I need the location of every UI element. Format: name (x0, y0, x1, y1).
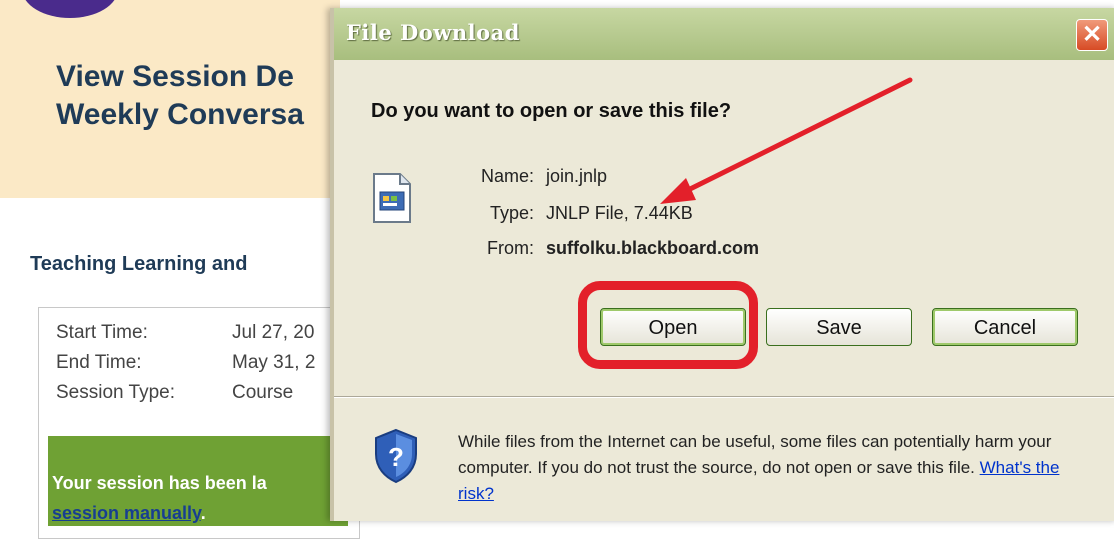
file-type-label: Type: (489, 203, 534, 223)
open-button-highlight (578, 281, 758, 369)
end-time-label: End Time: (56, 352, 142, 373)
close-button[interactable]: ✕ (1076, 19, 1108, 51)
svg-text:?: ? (388, 442, 404, 472)
cancel-button[interactable]: Cancel (932, 308, 1078, 346)
launch-notice-text: Your session has been la (52, 473, 267, 493)
close-icon: ✕ (1081, 21, 1103, 48)
start-time-value: Jul 27, 20 (232, 322, 315, 343)
start-time-label: Start Time: (56, 322, 148, 343)
launch-link-suffix: . (200, 503, 206, 523)
file-download-dialog: File Download ✕ Do you want to open or s… (330, 8, 1114, 521)
download-question: Do you want to open or save this file? (371, 100, 732, 122)
page-title-line1: View Session De (56, 60, 294, 93)
launch-notice: Your session has been la session manually… (52, 468, 267, 528)
start-time-row: Start Time: Jul 27, 20 (56, 322, 314, 344)
file-type-value: JNLP File, 7.44KB (546, 203, 693, 223)
security-shield-icon: ? (375, 428, 417, 484)
dialog-title: File Download (346, 20, 520, 45)
file-name-value: join.jnlp (546, 166, 608, 186)
session-subheading: Teaching Learning and (30, 253, 248, 275)
session-type-row: Session Type: Course (56, 382, 293, 404)
file-source-value: suffolku.blackboard.com (546, 238, 760, 258)
security-warning: While files from the Internet can be use… (458, 429, 1098, 507)
security-warning-text: While files from the Internet can be use… (458, 432, 1052, 477)
session-type-value: Course (232, 382, 294, 403)
end-time-row: End Time: May 31, 2 (56, 352, 315, 374)
dialog-divider (334, 396, 1114, 398)
launch-session-link[interactable]: session manually (52, 503, 201, 523)
session-type-label: Session Type: (56, 382, 176, 403)
file-source-label: From: (487, 238, 534, 258)
jnlp-file-icon (373, 173, 411, 223)
file-name-label: Name: (480, 166, 534, 186)
end-time-value: May 31, 2 (232, 352, 316, 373)
page-title-line2: Weekly Conversa (56, 98, 304, 131)
page-title: View Session De Weekly Conversa (56, 58, 304, 134)
save-button[interactable]: Save (766, 308, 912, 346)
dialog-titlebar[interactable]: File Download ✕ (334, 8, 1114, 60)
